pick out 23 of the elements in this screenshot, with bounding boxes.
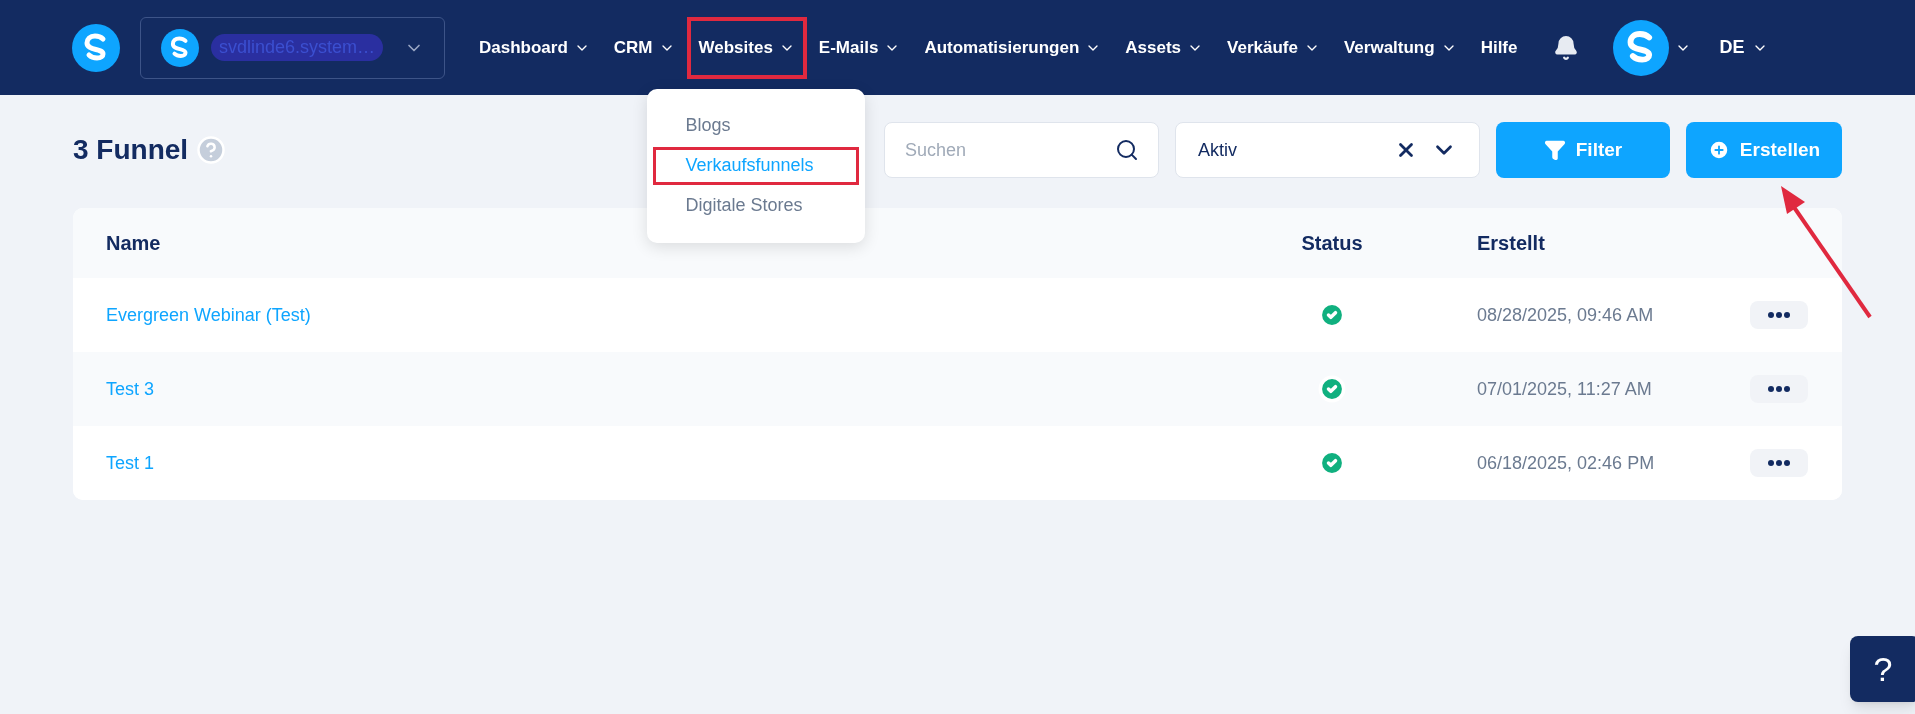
nav-menu-item[interactable]: CRM (601, 16, 687, 79)
nav-menu-item[interactable]: Verkäufe (1215, 16, 1332, 79)
page-title: 3 Funnel (73, 133, 189, 167)
help-button[interactable]: ? (1850, 636, 1915, 702)
nav-menu-item[interactable]: Verwaltung (1331, 16, 1469, 79)
nav-menu-item[interactable]: Dashboard (467, 16, 602, 79)
column-header: Name (106, 231, 162, 256)
created-date: 08/28/2025, 09:46 AM (1477, 303, 1654, 327)
column-header: Erstellt (1476, 231, 1546, 256)
status-select[interactable]: Aktiv (1175, 122, 1480, 178)
nav-menu-item[interactable]: Hilfe (1468, 16, 1530, 79)
nav-menu-item[interactable]: E-Mails (806, 16, 913, 79)
select-value: Aktiv (1198, 138, 1238, 162)
nav-menu-item[interactable]: Automatisierungen (912, 16, 1114, 79)
column-header: Status (1300, 231, 1364, 256)
dropdown-menu-item[interactable]: Digitale Stores (652, 186, 859, 225)
nav-menu-item[interactable]: Websites (686, 16, 807, 79)
search-field[interactable]: Suchen (884, 122, 1159, 178)
created-date: 06/18/2025, 02:46 PM (1477, 451, 1655, 475)
nav-menu-item[interactable]: Assets (1113, 16, 1216, 79)
dropdown-menu-item[interactable]: Blogs (652, 106, 859, 145)
language-selector[interactable]: DE (1719, 34, 1769, 61)
created-date: 07/01/2025, 11:27 AM (1477, 377, 1652, 401)
